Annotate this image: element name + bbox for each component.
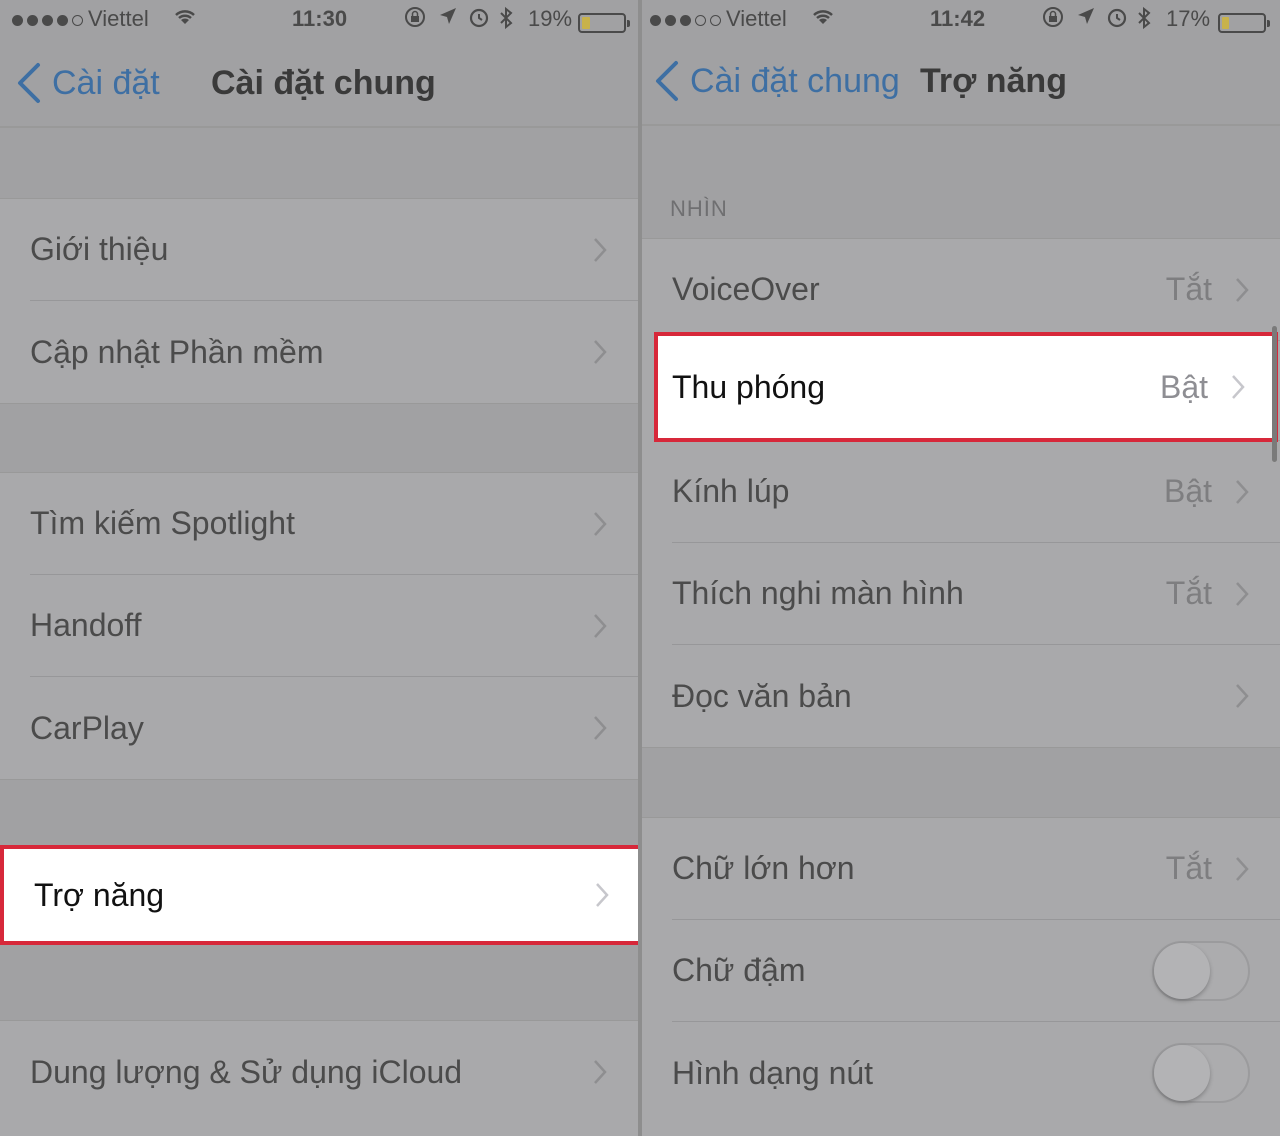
row-value: Tắt	[1165, 271, 1212, 307]
chevron-right-icon	[1236, 856, 1249, 881]
signal-dots-icon	[12, 14, 83, 26]
bold-text-toggle[interactable]	[1152, 940, 1250, 1001]
location-arrow-icon	[1076, 6, 1096, 32]
chevron-right-icon	[594, 1060, 607, 1084]
row-gioi-thieu[interactable]: Giới thiệu	[30, 199, 638, 301]
alarm-icon	[1106, 6, 1128, 34]
status-time: 11:42	[930, 6, 986, 31]
back-button[interactable]: Cài đặt chung	[654, 60, 900, 102]
settings-group-storage: Dung lượng & Sử dụng iCloud	[0, 1020, 638, 1136]
row-label: Chữ lớn hơn	[672, 850, 855, 886]
row-chu-lon-hon[interactable]: Chữ lớn hơn Tắt	[672, 818, 1280, 920]
row-label: Handoff	[30, 607, 142, 643]
navigation-bar: Cài đặt Cài đặt chung	[0, 40, 638, 128]
row-tro-nang-highlighted[interactable]: Trợ năng	[0, 845, 638, 945]
page-title: Trợ năng	[920, 62, 1067, 100]
row-thich-nghi-man-hinh[interactable]: Thích nghi màn hình Tắt	[672, 543, 1280, 645]
battery-icon	[1218, 9, 1270, 35]
chevron-right-icon	[1236, 479, 1249, 504]
row-label: Tìm kiếm Spotlight	[30, 505, 295, 541]
bluetooth-icon	[498, 6, 514, 36]
back-button-label: Cài đặt chung	[690, 61, 900, 100]
row-handoff[interactable]: Handoff	[30, 575, 638, 677]
back-chevron-icon	[656, 61, 678, 101]
battery-icon	[578, 9, 630, 35]
row-label: Hình dạng nút	[672, 1054, 874, 1091]
row-label: VoiceOver	[672, 271, 820, 307]
chevron-right-icon	[1236, 277, 1249, 302]
row-label: Thu phóng	[672, 368, 826, 405]
row-label: Cập nhật Phần mềm	[30, 333, 324, 370]
row-label: Thích nghi màn hình	[672, 575, 964, 611]
chevron-right-icon	[596, 883, 609, 907]
row-spotlight[interactable]: Tìm kiếm Spotlight	[30, 473, 638, 575]
location-arrow-icon	[438, 6, 458, 32]
right-screen: Viettel 11:42 17% Cài đặt chung Trợ năng…	[642, 0, 1280, 1136]
row-value: Bật	[1163, 473, 1212, 509]
alarm-icon	[468, 6, 490, 34]
section-header-vision: NHÌN	[670, 196, 728, 221]
row-dung-luong-icloud[interactable]: Dung lượng & Sử dụng iCloud	[30, 1021, 638, 1123]
button-shapes-toggle[interactable]	[1152, 1043, 1250, 1103]
chevron-right-icon	[1236, 581, 1249, 606]
left-screen: Viettel 11:30 19% Cài đặt Cài đặt chung	[0, 0, 638, 1136]
row-value: Tắt	[1165, 850, 1212, 886]
wifi-icon	[172, 6, 198, 32]
battery-percent: 19%	[528, 6, 573, 31]
wifi-icon	[810, 6, 836, 32]
chevron-right-icon	[594, 340, 607, 364]
row-hinh-dang-nut: Hình dạng nút	[672, 1022, 1280, 1124]
row-kinh-lup[interactable]: Kính lúp Bật	[672, 441, 1280, 543]
row-label: Trợ năng	[34, 876, 165, 913]
chevron-right-icon	[1236, 684, 1249, 708]
status-bar: Viettel 11:42 17%	[642, 0, 1280, 40]
page-title: Cài đặt chung	[211, 64, 436, 102]
row-carplay[interactable]: CarPlay	[30, 677, 638, 779]
signal-strength	[650, 6, 721, 32]
row-label: CarPlay	[30, 709, 144, 746]
settings-group-text: Chữ lớn hơn Tắt Chữ đậm Hình dạng nút	[642, 817, 1280, 1136]
chevron-right-icon	[594, 511, 607, 536]
battery-percent: 17%	[1166, 6, 1211, 31]
scrollbar-indicator[interactable]	[1272, 326, 1277, 462]
row-value: Bật	[1159, 368, 1208, 405]
row-label: Chữ đậm	[672, 952, 806, 988]
navigation-bar: Cài đặt chung Trợ năng	[642, 40, 1280, 126]
carrier-name: Viettel	[726, 6, 787, 31]
rotation-lock-icon	[404, 6, 426, 34]
rotation-lock-icon	[1042, 6, 1064, 34]
status-bar: Viettel 11:30 19%	[0, 0, 638, 40]
row-label: Đọc văn bản	[672, 677, 852, 714]
row-label: Kính lúp	[672, 473, 790, 509]
signal-dots-icon	[650, 14, 721, 26]
row-thu-phong-highlighted[interactable]: Thu phóng Bật	[654, 332, 1278, 442]
row-chu-dam: Chữ đậm	[672, 920, 1280, 1022]
row-voiceover[interactable]: VoiceOver Tắt	[672, 239, 1280, 341]
row-doc-van-ban[interactable]: Đọc văn bản	[672, 645, 1280, 747]
bluetooth-icon	[1136, 6, 1152, 36]
carrier-name: Viettel	[88, 6, 149, 31]
chevron-right-icon	[594, 613, 607, 638]
signal-strength	[12, 6, 83, 32]
back-button-label: Cài đặt	[52, 63, 160, 102]
back-chevron-icon	[18, 63, 40, 103]
settings-group-vision: VoiceOver Tắt Kính lúp Bật Thích nghi mà…	[642, 238, 1280, 748]
row-label: Giới thiệu	[30, 231, 169, 267]
chevron-right-icon	[594, 237, 607, 262]
row-label: Dung lượng & Sử dụng iCloud	[30, 1053, 463, 1090]
settings-group-features: Tìm kiếm Spotlight Handoff CarPlay	[0, 472, 638, 780]
chevron-right-icon	[594, 716, 607, 740]
back-button[interactable]: Cài đặt	[16, 62, 160, 104]
chevron-right-icon	[1232, 375, 1245, 399]
status-time: 11:30	[292, 6, 348, 31]
settings-group-about: Giới thiệu Cập nhật Phần mềm	[0, 198, 638, 404]
row-value: Tắt	[1165, 575, 1212, 611]
row-cap-nhat-phan-mem[interactable]: Cập nhật Phần mềm	[30, 301, 638, 403]
